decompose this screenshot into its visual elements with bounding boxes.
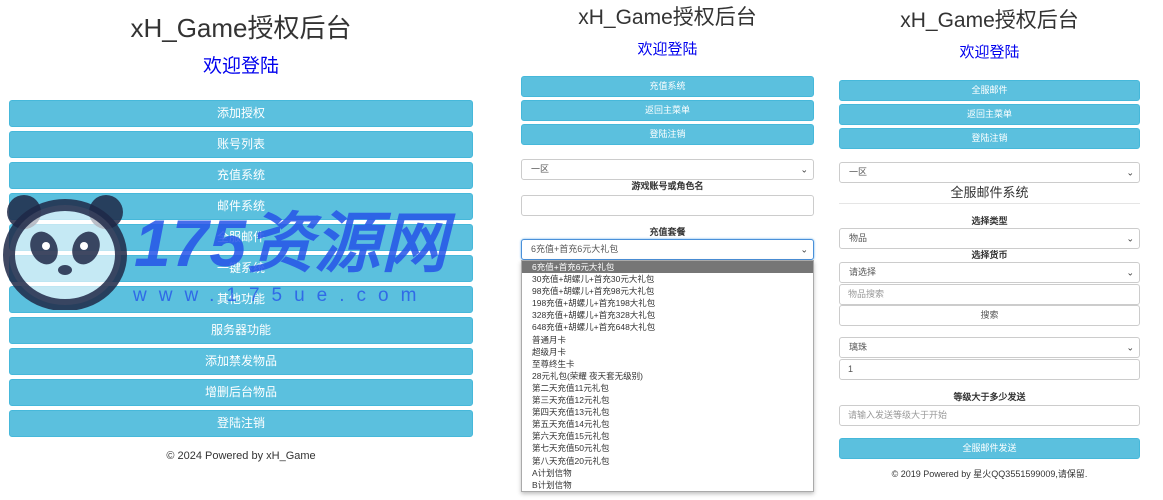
package-select[interactable]: 6充值+首充6元大礼包 ⌄: [521, 239, 814, 260]
dropdown-option[interactable]: 第四天充值13元礼包: [522, 406, 813, 418]
back-to-menu-button[interactable]: 返回主菜单: [521, 100, 814, 121]
package-dropdown-list: 6充值+首充6元大礼包 30充值+胡螺儿+首充30元大礼包 98充值+胡螺儿+首…: [521, 260, 814, 492]
chevron-down-icon: ⌄: [800, 164, 808, 174]
mail-system-button[interactable]: 邮件系统: [9, 193, 473, 220]
currency-select[interactable]: 请选择 ⌄: [839, 262, 1140, 283]
server-select-value: 一区: [849, 167, 868, 177]
footer-text: © 2024 Powered by xH_Game: [166, 450, 316, 462]
currency-label: 选择货币: [971, 250, 1008, 260]
one-click-system-button[interactable]: 一键系统: [9, 255, 473, 282]
section-title: 全服邮件系统: [950, 185, 1029, 200]
currency-select-value: 请选择: [849, 267, 877, 277]
quantity-input[interactable]: 1: [839, 359, 1140, 380]
dropdown-option[interactable]: 第七天充值50元礼包: [522, 442, 813, 454]
page-title: xH_Game授权后台: [900, 9, 1079, 32]
edit-backend-items-button[interactable]: 增删后台物品: [9, 379, 473, 406]
level-label: 等级大于多少发送: [953, 392, 1026, 402]
chevron-down-icon: ⌄: [1126, 233, 1134, 243]
search-button[interactable]: 搜索: [839, 305, 1140, 326]
recharge-system-button[interactable]: 充值系统: [521, 76, 814, 97]
dropdown-option[interactable]: 第三天充值12元礼包: [522, 394, 813, 406]
level-input[interactable]: 请输入发送等级大于开始: [839, 405, 1140, 426]
server-select-value: 一区: [531, 164, 550, 174]
dropdown-option[interactable]: B计划信物: [522, 479, 813, 491]
dropdown-option[interactable]: 超级月卡: [522, 346, 813, 358]
back-to-menu-button[interactable]: 返回主菜单: [839, 104, 1140, 125]
account-input[interactable]: [521, 195, 814, 216]
package-label: 充值套餐: [649, 227, 686, 237]
dropdown-option[interactable]: 648充值+胡螺儿+首充648大礼包: [522, 321, 813, 333]
send-server-mail-button[interactable]: 全服邮件发送: [839, 438, 1140, 459]
type-select-value: 物品: [849, 233, 868, 243]
server-mail-button[interactable]: 全服邮件: [9, 224, 473, 251]
recharge-panel: xH_Game授权后台 欢迎登陆 充值系统 返回主菜单 登陆注销 一区 ⌄ 游戏…: [521, 0, 814, 260]
item-search-input[interactable]: 物品搜索: [839, 284, 1140, 305]
chevron-down-icon: ⌄: [800, 244, 808, 254]
chevron-down-icon: ⌄: [1126, 267, 1134, 277]
welcome-subtitle: 欢迎登陆: [959, 44, 1020, 61]
item-select[interactable]: 璃珠 ⌄: [839, 337, 1140, 358]
server-mail-panel: xH_Game授权后台 欢迎登陆 全服邮件 返回主菜单 登陆注销 一区 ⌄ 全服…: [839, 0, 1140, 480]
type-label: 选择类型: [971, 216, 1008, 226]
welcome-subtitle: 欢迎登陆: [202, 56, 279, 77]
add-license-button[interactable]: 添加授权: [9, 100, 473, 127]
item-select-value: 璃珠: [849, 342, 868, 352]
package-select-value: 6充值+首充6元大礼包: [531, 244, 619, 254]
dropdown-option[interactable]: 6充值+首充6元大礼包: [522, 261, 813, 274]
dropdown-option[interactable]: 第二天充值11元礼包: [522, 382, 813, 394]
welcome-subtitle: 欢迎登陆: [637, 41, 698, 58]
dropdown-option[interactable]: 328充值+胡螺儿+首充328大礼包: [522, 309, 813, 321]
chevron-down-icon: ⌄: [1126, 342, 1134, 352]
logout-button[interactable]: 登陆注销: [839, 128, 1140, 149]
type-select[interactable]: 物品 ⌄: [839, 228, 1140, 249]
main-menu-panel: xH_Game授权后台 欢迎登陆 添加授权 账号列表 充值系统 邮件系统 全服邮…: [9, 0, 473, 462]
page-title: xH_Game授权后台: [578, 6, 757, 29]
dropdown-option[interactable]: 第五天充值14元礼包: [522, 418, 813, 430]
dropdown-option[interactable]: 30充值+胡螺儿+首充30元大礼包: [522, 273, 813, 285]
other-functions-button[interactable]: 其他功能: [9, 286, 473, 313]
server-select[interactable]: 一区 ⌄: [839, 162, 1140, 183]
dropdown-option[interactable]: 第六天充值15元礼包: [522, 430, 813, 442]
dropdown-option[interactable]: 第八天充值20元礼包: [522, 455, 813, 467]
dropdown-option[interactable]: 普通月卡: [522, 334, 813, 346]
chevron-down-icon: ⌄: [1126, 167, 1134, 177]
page-title: xH_Game授权后台: [130, 13, 352, 43]
add-banned-items-button[interactable]: 添加禁发物品: [9, 348, 473, 375]
footer-text: © 2019 Powered by 星火QQ3551599009,请保留.: [891, 469, 1088, 479]
dropdown-option[interactable]: 28元礼包(荣耀 夜天套无级别): [522, 370, 813, 382]
dropdown-option[interactable]: 至尊终生卡: [522, 358, 813, 370]
server-mail-button[interactable]: 全服邮件: [839, 80, 1140, 101]
dropdown-option[interactable]: A计划信物: [522, 467, 813, 479]
recharge-system-button[interactable]: 充值系统: [9, 162, 473, 189]
server-functions-button[interactable]: 服务器功能: [9, 317, 473, 344]
dropdown-option[interactable]: 198充值+胡螺儿+首充198大礼包: [522, 297, 813, 309]
dropdown-option[interactable]: 98充值+胡螺儿+首充98元大礼包: [522, 285, 813, 297]
logout-button[interactable]: 登陆注销: [521, 124, 814, 145]
account-label: 游戏账号或角色名: [631, 181, 704, 191]
server-select[interactable]: 一区 ⌄: [521, 159, 814, 180]
account-list-button[interactable]: 账号列表: [9, 131, 473, 158]
logout-button[interactable]: 登陆注销: [9, 410, 473, 437]
